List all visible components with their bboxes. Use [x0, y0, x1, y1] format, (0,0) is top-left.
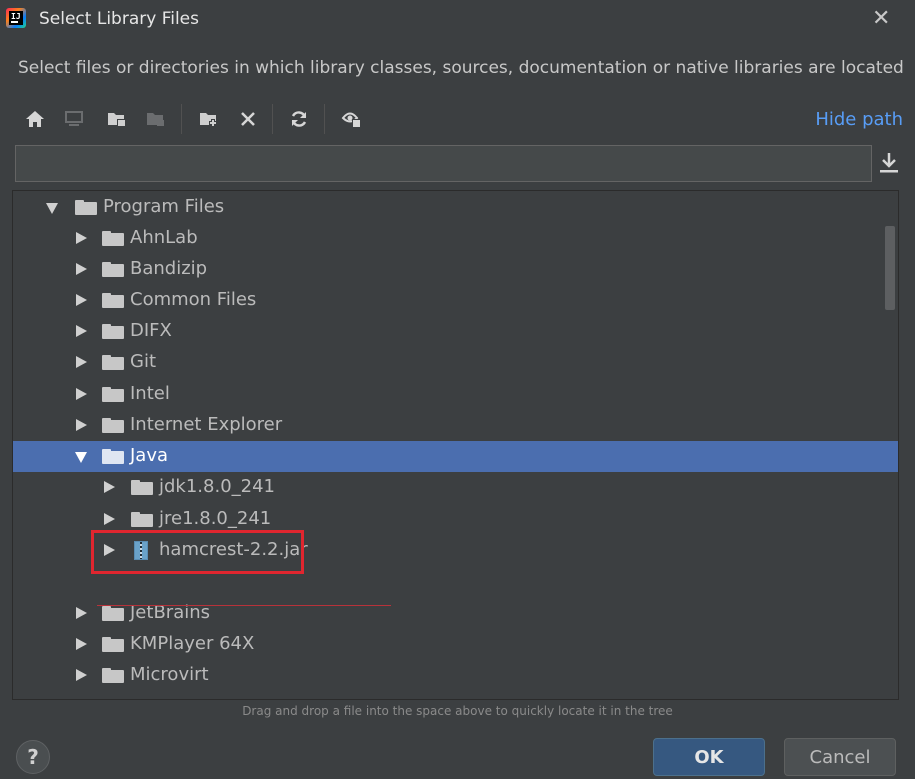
home-icon[interactable] — [22, 106, 48, 132]
delete-icon[interactable] — [235, 106, 261, 132]
folder-icon — [102, 418, 124, 433]
tree-item-internet-explorer[interactable]: Internet Explorer — [13, 410, 898, 441]
expand-arrow-icon[interactable] — [76, 419, 87, 431]
folder-icon — [102, 262, 124, 277]
tree-item-intel[interactable]: Intel — [13, 379, 898, 410]
new-folder-icon[interactable] — [196, 106, 222, 132]
dialog-description: Select files or directories in which lib… — [18, 58, 904, 78]
expand-arrow-icon[interactable] — [76, 607, 87, 619]
tree-item-label: Microvirt — [130, 664, 209, 685]
expand-arrow-icon[interactable] — [76, 356, 87, 368]
folder-icon — [102, 449, 124, 464]
tree-scrollbar-thumb[interactable] — [885, 226, 895, 310]
expand-arrow-icon[interactable] — [76, 263, 87, 275]
expand-arrow-icon[interactable] — [104, 481, 115, 493]
tree-item-git[interactable]: Git — [13, 347, 898, 378]
expand-arrow-icon[interactable] — [104, 544, 115, 556]
window-title: Select Library Files — [39, 9, 199, 29]
tree-item-label: jre1.8.0_241 — [159, 508, 272, 529]
help-button[interactable]: ? — [16, 740, 50, 774]
tree-item-program-files[interactable]: Program Files — [13, 192, 898, 223]
tree-item-label: AhnLab — [130, 227, 198, 248]
tree-item-label: jdk1.8.0_241 — [159, 476, 276, 497]
refresh-icon[interactable] — [286, 106, 312, 132]
cancel-button[interactable]: Cancel — [784, 738, 896, 776]
tree-item-hamcrest-jar[interactable]: hamcrest-2.2.jar — [13, 535, 898, 566]
tree-item-label: KMPlayer 64X — [130, 633, 255, 654]
tree-item-difx[interactable]: DIFX — [13, 316, 898, 347]
jar-archive-icon — [134, 541, 148, 560]
tree-item-label: Java — [130, 445, 169, 466]
tree-item-common-files[interactable]: Common Files — [13, 285, 898, 316]
folder-icon — [131, 512, 153, 527]
folder-icon — [75, 200, 97, 215]
tree-item-jre[interactable]: jre1.8.0_241 — [13, 504, 898, 535]
file-tree[interactable]: Program Files AhnLab Bandizip Common Fil… — [12, 190, 899, 700]
tree-item-label: Internet Explorer — [130, 414, 283, 435]
expand-arrow-icon[interactable] — [76, 294, 87, 306]
tree-item-java[interactable]: Java — [13, 441, 898, 472]
close-icon[interactable]: ✕ — [872, 6, 890, 31]
folder-icon — [102, 668, 124, 683]
folder-icon — [102, 637, 124, 652]
folder-icon — [102, 387, 124, 402]
folder-icon — [102, 355, 124, 370]
module-folder-icon[interactable] — [143, 106, 169, 132]
download-icon[interactable] — [877, 150, 901, 176]
expand-arrow-icon[interactable] — [76, 325, 87, 337]
tree-item-label: Common Files — [130, 289, 257, 310]
folder-icon — [102, 293, 124, 308]
toolbar: Hide path — [14, 100, 903, 138]
tree-item-jetbrains[interactable]: JetBrains — [13, 598, 898, 629]
title-bar: IJ Select Library Files ✕ — [0, 0, 915, 40]
tree-item-label: Git — [130, 351, 157, 372]
expand-arrow-icon[interactable] — [76, 388, 87, 400]
folder-icon — [102, 606, 124, 621]
expand-arrow-icon[interactable] — [76, 232, 87, 244]
expand-arrow-icon[interactable] — [76, 638, 87, 650]
show-hidden-files-icon[interactable] — [339, 106, 365, 132]
folder-icon — [131, 480, 153, 495]
tree-item-bandizip[interactable]: Bandizip — [13, 254, 898, 285]
path-input[interactable] — [15, 145, 872, 182]
hide-path-link[interactable]: Hide path — [815, 109, 903, 130]
collapse-arrow-icon[interactable] — [75, 452, 87, 463]
tree-item-kmplayer[interactable]: KMPlayer 64X — [13, 629, 898, 660]
annotation-line — [97, 605, 391, 606]
expand-arrow-icon[interactable] — [76, 669, 87, 681]
intellij-app-icon: IJ — [6, 8, 26, 28]
tree-item-label: hamcrest-2.2.jar — [159, 539, 308, 560]
folder-icon — [102, 324, 124, 339]
tree-item-label: Program Files — [103, 196, 225, 217]
drag-drop-hint: Drag and drop a file into the space abov… — [242, 704, 673, 718]
folder-icon — [102, 231, 124, 246]
desktop-icon[interactable] — [61, 106, 87, 132]
tree-item-label: Bandizip — [130, 258, 208, 279]
tree-item-ahnlab[interactable]: AhnLab — [13, 223, 898, 254]
tree-item-microvirt[interactable]: Microvirt — [13, 660, 898, 691]
ok-button[interactable]: OK — [653, 738, 765, 776]
expand-arrow-icon[interactable] — [104, 513, 115, 525]
tree-item-label: DIFX — [130, 320, 172, 341]
project-folder-icon[interactable] — [104, 106, 130, 132]
tree-item-label: Intel — [130, 383, 170, 404]
collapse-arrow-icon[interactable] — [46, 203, 58, 214]
tree-item-jdk[interactable]: jdk1.8.0_241 — [13, 472, 898, 503]
